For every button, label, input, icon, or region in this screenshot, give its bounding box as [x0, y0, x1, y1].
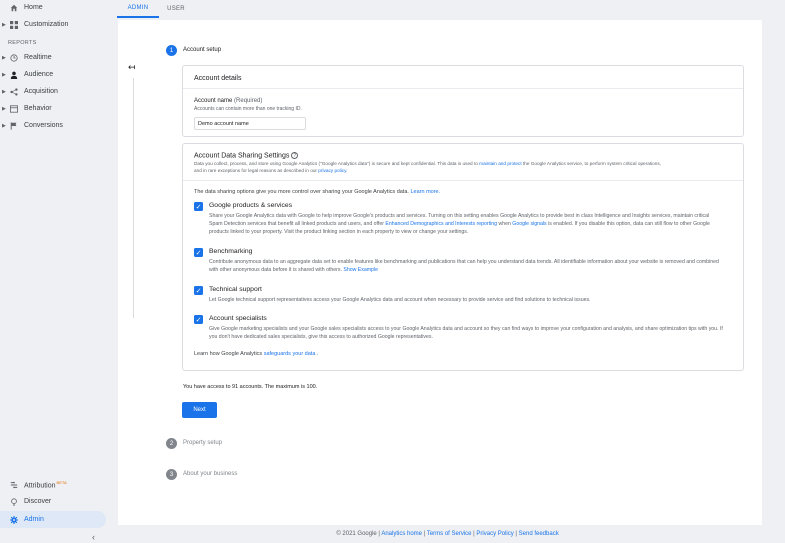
- sidebar-item-audience[interactable]: ▶ Audience: [0, 66, 106, 83]
- admin-tabs: ADMIN USER: [117, 0, 785, 18]
- terms-link[interactable]: Terms of Service: [427, 531, 472, 537]
- step-2-indicator: 2: [166, 438, 177, 449]
- account-name-input[interactable]: Demo account name: [194, 117, 306, 130]
- caret-right-icon: ▶: [2, 21, 6, 28]
- back-arrow-icon[interactable]: ↤: [128, 62, 136, 73]
- send-feedback-link[interactable]: Send feedback: [519, 531, 559, 537]
- reports-heading: REPORTS: [8, 40, 37, 46]
- person-icon: [9, 70, 18, 79]
- sidebar-item-label: Realtime: [24, 54, 52, 61]
- sidebar: Home ▶ Customization REPORTS ▶ Realtime …: [0, 0, 106, 543]
- privacy-policy-link[interactable]: privacy policy: [318, 168, 346, 173]
- enhanced-demographics-link[interactable]: Enhanced Demographics and Interests repo…: [385, 221, 497, 227]
- home-icon: [9, 3, 18, 12]
- footer: © 2021 Google | Analytics home | Terms o…: [336, 531, 559, 537]
- sidebar-item-conversions[interactable]: ▶ Conversions: [0, 117, 106, 134]
- sidebar-item-label: Customization: [24, 21, 69, 28]
- flag-icon: [9, 121, 18, 130]
- sidebar-item-home[interactable]: Home: [0, 0, 106, 16]
- sidebar-item-acquisition[interactable]: ▶ Acquisition: [0, 83, 106, 100]
- divider: [183, 180, 743, 181]
- customization-icon: [9, 20, 18, 29]
- sidebar-item-label: Audience: [24, 71, 54, 78]
- sidebar-item-label: Conversions: [24, 122, 63, 129]
- option-description: Give Google marketing specialists and yo…: [209, 326, 723, 340]
- technical-support-checkbox[interactable]: ✓: [194, 286, 203, 295]
- data-sharing-lead: The data sharing options give you more c…: [194, 189, 441, 195]
- sidebar-item-behavior[interactable]: ▶ Behavior: [0, 100, 106, 117]
- option-title: Technical support: [209, 286, 262, 293]
- sidebar-item-label: Acquisition: [24, 88, 58, 95]
- beta-badge: BETA: [56, 479, 67, 485]
- option-title: Benchmarking: [209, 248, 253, 255]
- sidebar-item-label: AttributionBETA: [24, 479, 67, 490]
- next-button[interactable]: Next: [182, 402, 217, 418]
- google-signals-link[interactable]: Google signals: [512, 221, 546, 227]
- option-description: Let Google technical support representat…: [209, 297, 591, 303]
- step-2-label: Property setup: [183, 440, 223, 446]
- sidebar-item-label: Behavior: [24, 105, 52, 112]
- attribution-icon: [9, 480, 18, 489]
- option-title: Google products & services: [209, 202, 293, 209]
- gear-icon: [9, 515, 18, 524]
- sidebar-item-admin[interactable]: Admin: [0, 511, 106, 528]
- divider: [183, 88, 743, 89]
- data-sharing-intro: Data you collect, process, and store usi…: [194, 161, 662, 173]
- privacy-link[interactable]: Privacy Policy: [476, 531, 513, 537]
- safeguards-link[interactable]: safeguards your data: [264, 351, 316, 357]
- caret-right-icon: ▶: [2, 122, 6, 129]
- google-products-checkbox[interactable]: ✓: [194, 202, 203, 211]
- option-description: Contribute anonymous data to an aggregat…: [209, 259, 719, 273]
- lightbulb-icon: [9, 497, 18, 506]
- tab-user[interactable]: USER: [159, 0, 193, 18]
- main-card: ↤ 1 Account setup Account details Accoun…: [118, 20, 762, 525]
- step-1-indicator: 1: [166, 45, 177, 56]
- maintain-protect-link[interactable]: maintain and protect: [479, 161, 521, 166]
- behavior-icon: [9, 104, 18, 113]
- analytics-home-link[interactable]: Analytics home: [381, 531, 422, 537]
- sidebar-item-label: Discover: [24, 498, 52, 505]
- caret-right-icon: ▶: [2, 88, 6, 95]
- sidebar-item-attribution[interactable]: AttributionBETA: [0, 476, 106, 493]
- sidebar-item-label: Admin: [24, 516, 44, 523]
- sidebar-item-discover[interactable]: Discover: [0, 493, 106, 510]
- sidebar-item-realtime[interactable]: ▶ Realtime: [0, 49, 106, 66]
- tab-admin[interactable]: ADMIN: [117, 0, 159, 18]
- learn-more-link[interactable]: Learn more.: [410, 189, 440, 195]
- account-access-note: You have access to 91 accounts. The maxi…: [183, 384, 318, 390]
- step-1-label: Account setup: [183, 47, 222, 53]
- step-3-label: About your business: [183, 471, 238, 477]
- account-details-panel: Account details Account name (Required) …: [182, 65, 744, 137]
- caret-right-icon: ▶: [2, 71, 6, 78]
- account-specialists-checkbox[interactable]: ✓: [194, 315, 203, 324]
- acquisition-icon: [9, 87, 18, 96]
- account-name-hint: Accounts can contain more than one track…: [194, 106, 302, 112]
- data-sharing-title: Account Data Sharing Settings ?: [194, 152, 299, 159]
- caret-right-icon: ▶: [2, 54, 6, 61]
- benchmarking-checkbox[interactable]: ✓: [194, 248, 203, 257]
- clock-icon: [9, 53, 18, 62]
- account-details-title: Account details: [194, 75, 242, 82]
- safeguards-text: Learn how Google Analytics safeguards yo…: [194, 351, 319, 357]
- sidebar-item-label: Home: [24, 4, 43, 11]
- account-name-label: Account name (Required): [194, 98, 263, 104]
- data-sharing-panel: Account Data Sharing Settings ? Data you…: [182, 143, 744, 371]
- help-icon[interactable]: ?: [291, 152, 299, 159]
- option-description: Share your Google Analytics data with Go…: [209, 213, 710, 235]
- option-title: Account specialists: [209, 315, 267, 322]
- stepper-line: [133, 78, 134, 318]
- sidebar-item-customization[interactable]: ▶ Customization: [0, 16, 106, 33]
- step-3-indicator: 3: [166, 469, 177, 480]
- show-example-link[interactable]: Show Example: [343, 267, 378, 273]
- caret-right-icon: ▶: [2, 105, 6, 112]
